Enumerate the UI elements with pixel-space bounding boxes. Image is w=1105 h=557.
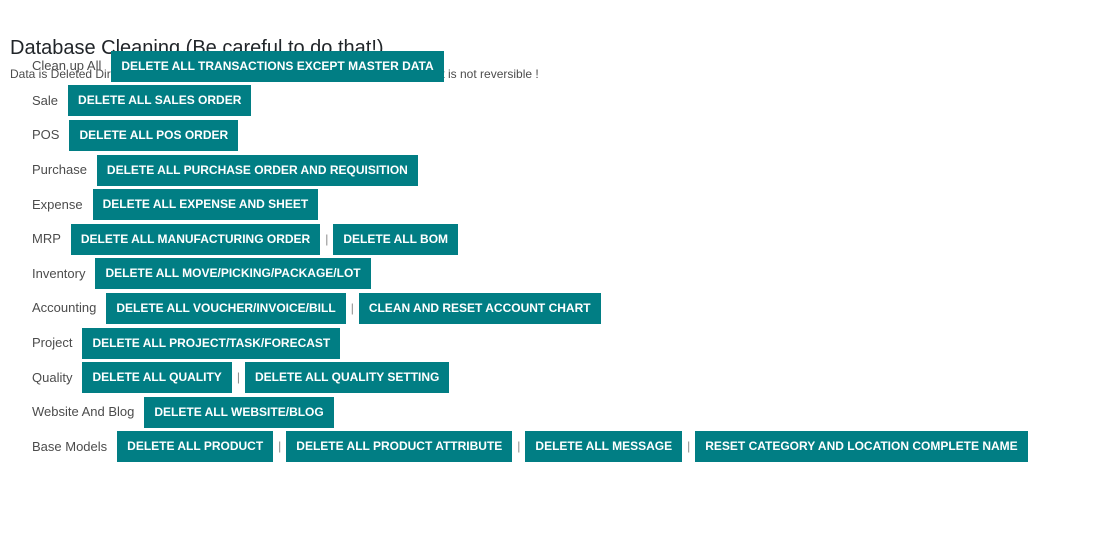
delete-action-button[interactable]: DELETE ALL PROJECT/TASK/FORECAST — [82, 327, 341, 359]
row-label: Expense — [32, 196, 83, 212]
cleanup-row: Sale DELETE ALL SALES ORDER — [32, 84, 1028, 119]
button-separator: | — [236, 370, 240, 385]
delete-action-button[interactable]: DELETE ALL VOUCHER/INVOICE/BILL — [106, 292, 346, 324]
delete-action-button[interactable]: DELETE ALL TRANSACTIONS EXCEPT MASTER DA… — [111, 50, 444, 82]
row-label: Project — [32, 335, 73, 351]
delete-action-button[interactable]: DELETE ALL PURCHASE ORDER AND REQUISITIO… — [96, 154, 418, 186]
delete-action-button[interactable]: DELETE ALL PRODUCT ATTRIBUTE — [286, 431, 513, 463]
row-label: POS — [32, 127, 60, 143]
delete-action-button[interactable]: DELETE ALL PRODUCT — [117, 431, 274, 463]
delete-action-button[interactable]: RESET CATEGORY AND LOCATION COMPLETE NAM… — [695, 431, 1028, 463]
cleanup-row: Inventory DELETE ALL MOVE/PICKING/PACKAGE… — [32, 257, 1028, 292]
button-separator: | — [517, 439, 521, 454]
delete-action-button[interactable]: DELETE ALL SALES ORDER — [68, 85, 252, 117]
delete-action-button[interactable]: DELETE ALL POS ORDER — [69, 119, 239, 151]
button-separator: | — [325, 231, 329, 246]
delete-action-button[interactable]: DELETE ALL MESSAGE — [525, 431, 683, 463]
cleanup-row: Purchase DELETE ALL PURCHASE ORDER AND RE… — [32, 153, 1028, 188]
row-label: Inventory — [32, 265, 86, 281]
cleanup-row: Website And Blog DELETE ALL WEBSITE/BLOG — [32, 395, 1028, 430]
cleanup-row: Project DELETE ALL PROJECT/TASK/FORECAST — [32, 326, 1028, 361]
button-separator: | — [278, 439, 282, 454]
cleanup-row: POS DELETE ALL POS ORDER — [32, 118, 1028, 153]
row-label: Purchase — [32, 162, 87, 178]
row-label: Quality — [32, 369, 73, 385]
row-label: Clean up All — [32, 58, 102, 74]
delete-action-button[interactable]: DELETE ALL WEBSITE/BLOG — [144, 396, 334, 428]
cleanup-row: Base Models DELETE ALL PRODUCT | DELETE ALL… — [32, 430, 1028, 465]
cleanup-row: MRP DELETE ALL MANUFACTURING ORDER | DELETE… — [32, 222, 1028, 257]
cleanup-row: Quality DELETE ALL QUALITY | DELETE ALL QUA… — [32, 360, 1028, 395]
delete-action-button[interactable]: DELETE ALL QUALITY — [82, 362, 232, 394]
row-label: Base Models — [32, 438, 108, 454]
row-label: Accounting — [32, 300, 97, 316]
delete-action-button[interactable]: CLEAN AND RESET ACCOUNT CHART — [358, 292, 601, 324]
row-label: Sale — [32, 92, 59, 108]
delete-action-button[interactable]: DELETE ALL EXPENSE AND SHEET — [92, 189, 319, 221]
cleanup-rows: Clean up All DELETE ALL TRANSACTIONS EXCE… — [32, 49, 1028, 464]
cleanup-row: Accounting DELETE ALL VOUCHER/INVOICE/BIL… — [32, 291, 1028, 326]
delete-action-button[interactable]: DELETE ALL MANUFACTURING ORDER — [70, 223, 321, 255]
delete-action-button[interactable]: DELETE ALL MOVE/PICKING/PACKAGE/LOT — [95, 258, 371, 290]
button-separator: | — [687, 439, 691, 454]
button-separator: | — [350, 300, 354, 315]
delete-action-button[interactable]: DELETE ALL BOM — [333, 223, 459, 255]
row-label: Website And Blog — [32, 404, 135, 420]
cleanup-row: Expense DELETE ALL EXPENSE AND SHEET — [32, 187, 1028, 222]
cleanup-row: Clean up All DELETE ALL TRANSACTIONS EXCE… — [32, 49, 1028, 84]
row-label: MRP — [32, 231, 61, 247]
delete-action-button[interactable]: DELETE ALL QUALITY SETTING — [244, 362, 450, 394]
